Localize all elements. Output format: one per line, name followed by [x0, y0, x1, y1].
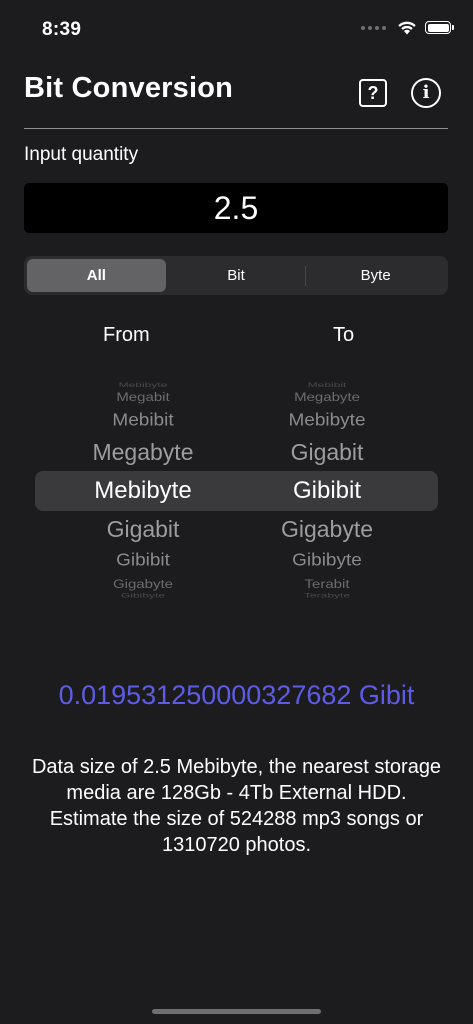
- to-unit-option[interactable]: Terabyte: [232, 592, 422, 599]
- to-unit-option[interactable]: Megabyte: [232, 392, 422, 404]
- from-label: From: [103, 324, 150, 346]
- to-unit-option[interactable]: Gigabyte: [232, 518, 422, 541]
- help-button[interactable]: ?: [359, 79, 387, 107]
- quantity-input[interactable]: [24, 183, 448, 233]
- to-label: To: [333, 324, 355, 346]
- segment-byte[interactable]: Byte: [306, 259, 445, 292]
- home-indicator[interactable]: [152, 1009, 321, 1014]
- question-mark-square-icon: ?: [367, 83, 379, 103]
- to-unit-option[interactable]: Terabit: [232, 579, 422, 591]
- wifi-icon: [398, 21, 416, 35]
- from-unit-option[interactable]: Gigabyte: [48, 579, 238, 591]
- from-unit-column[interactable]: Mebibyte Megabit Mebibit Megabyte Mebiby…: [48, 374, 238, 602]
- storage-description: Data size of 2.5 Mebibyte, the nearest s…: [31, 756, 442, 856]
- from-unit-option[interactable]: Gibibit: [48, 552, 238, 569]
- from-unit-option[interactable]: Mebibit: [48, 412, 238, 429]
- status-icons: [361, 20, 454, 35]
- from-unit-selected[interactable]: Mebibyte: [48, 479, 238, 503]
- header-divider: [24, 128, 448, 129]
- conversion-result: 0.019531250000327682 Gibit: [58, 680, 415, 710]
- to-unit-column[interactable]: Mebibit Megabyte Mebibyte Gigabit Gibibi…: [232, 374, 422, 602]
- status-bar: 8:39: [0, 0, 473, 58]
- to-unit-option[interactable]: Mebibit: [232, 381, 422, 388]
- unit-filter-segmented-control: All Bit Byte: [24, 256, 448, 295]
- page-title: Bit Conversion: [24, 72, 234, 104]
- to-unit-option[interactable]: Mebibyte: [232, 412, 422, 429]
- input-quantity-label: Input quantity: [24, 144, 139, 165]
- from-unit-option[interactable]: Megabit: [48, 392, 238, 404]
- info-button[interactable]: i: [411, 78, 441, 108]
- status-time: 8:39: [42, 19, 82, 40]
- unit-picker[interactable]: Mebibyte Megabit Mebibit Megabyte Mebiby…: [0, 374, 473, 602]
- to-unit-selected[interactable]: Gibibit: [232, 479, 422, 503]
- to-unit-option[interactable]: Gigabit: [232, 441, 422, 464]
- battery-icon: [425, 21, 454, 34]
- segment-all[interactable]: All: [27, 259, 166, 292]
- from-unit-option[interactable]: Mebibyte: [48, 381, 238, 388]
- from-unit-option[interactable]: Gigabit: [48, 518, 238, 541]
- from-unit-option[interactable]: Gibibyte: [48, 592, 238, 599]
- to-unit-option[interactable]: Gibibyte: [232, 552, 422, 569]
- segment-bit[interactable]: Bit: [167, 259, 306, 292]
- info-circle-icon: i: [422, 82, 430, 103]
- from-unit-option[interactable]: Megabyte: [48, 441, 238, 464]
- signal-dots-icon: [361, 25, 386, 30]
